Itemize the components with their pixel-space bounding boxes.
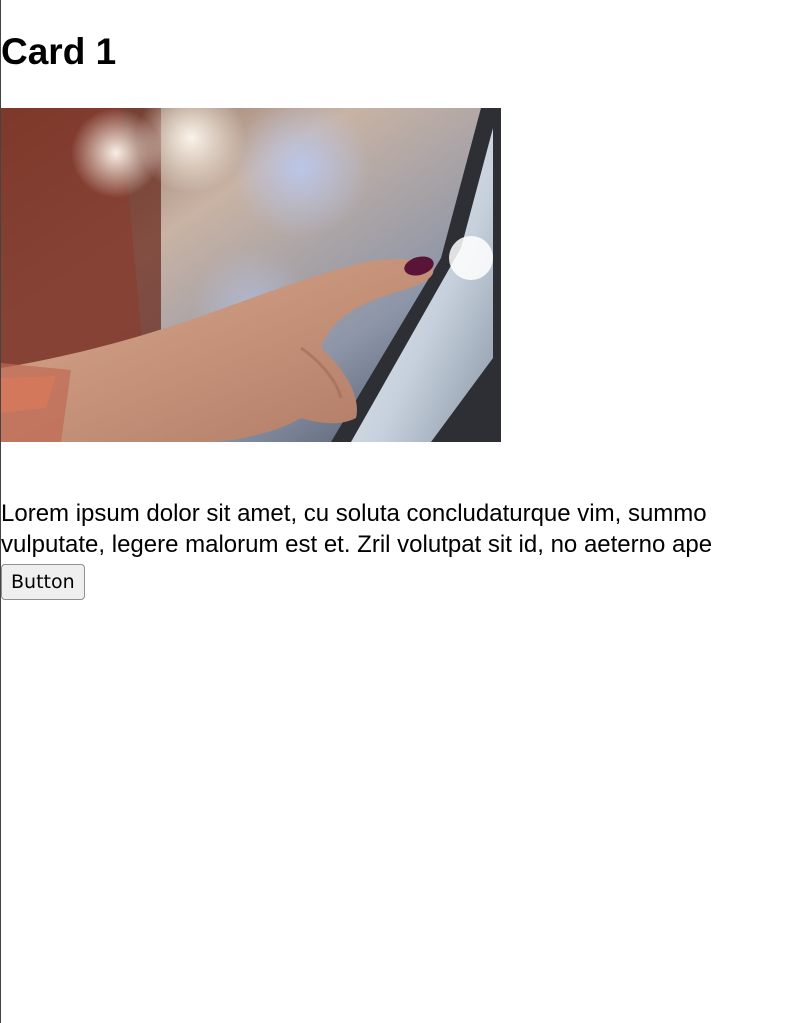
- card-description: Lorem ipsum dolor sit amet, cu soluta co…: [1, 498, 787, 560]
- hand-tablet-photo: [1, 108, 501, 442]
- card-description-line: vulputate, legere malorum est et. Zril v…: [1, 531, 713, 558]
- card-image: [1, 108, 501, 442]
- card-button[interactable]: Button: [1, 564, 85, 600]
- card-description-line: Lorem ipsum dolor sit amet, cu soluta co…: [1, 500, 707, 527]
- card-title: Card 1: [1, 31, 117, 72]
